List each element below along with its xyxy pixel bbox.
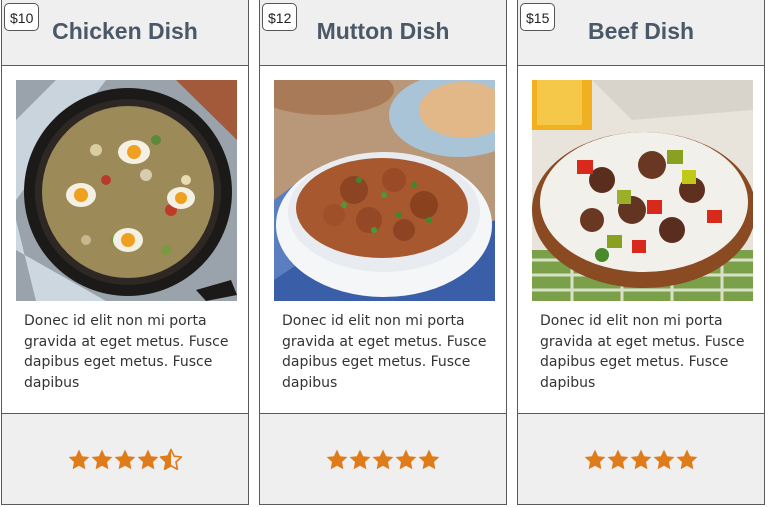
star-full-icon <box>583 448 607 472</box>
star-full-icon <box>113 448 137 472</box>
card-footer <box>518 413 764 504</box>
star-full-icon <box>606 448 630 472</box>
star-full-icon <box>394 448 418 472</box>
card-footer <box>2 413 248 504</box>
dish-description: Donec id elit non mi porta gravida at eg… <box>282 313 487 391</box>
star-full-icon <box>417 448 441 472</box>
star-full-icon <box>136 448 160 472</box>
star-full-icon <box>629 448 653 472</box>
dish-card-beef[interactable]: $15 Beef Dish Donec id elit non mi porta… <box>517 0 765 505</box>
star-full-icon <box>675 448 699 472</box>
dish-cards: $10 Chicken Dish Donec id elit non mi po… <box>0 0 768 507</box>
dish-card-mutton[interactable]: $12 Mutton Dish Donec id elit non mi por… <box>259 0 507 505</box>
card-header: $15 Beef Dish <box>518 0 764 66</box>
star-full-icon <box>652 448 676 472</box>
star-rating <box>518 448 764 474</box>
dish-description: Donec id elit non mi porta gravida at eg… <box>24 313 229 391</box>
star-rating <box>2 448 248 474</box>
star-rating <box>260 448 506 474</box>
card-header: $10 Chicken Dish <box>2 0 248 66</box>
dish-title: Beef Dish <box>587 18 695 44</box>
dish-card-chicken[interactable]: $10 Chicken Dish Donec id elit non mi po… <box>1 0 249 505</box>
dish-image-chicken[interactable] <box>16 80 237 301</box>
dish-title: Chicken Dish <box>52 18 198 44</box>
dish-title: Mutton Dish <box>316 18 450 44</box>
star-full-icon <box>348 448 372 472</box>
dish-image-beef[interactable] <box>532 80 753 301</box>
star-full-icon <box>67 448 91 472</box>
star-full-icon <box>90 448 114 472</box>
dish-image-mutton[interactable] <box>274 80 495 301</box>
star-half-icon <box>159 448 183 472</box>
star-full-icon <box>371 448 395 472</box>
card-header: $12 Mutton Dish <box>260 0 506 66</box>
star-full-icon <box>325 448 349 472</box>
dish-description: Donec id elit non mi porta gravida at eg… <box>540 313 745 391</box>
card-footer <box>260 413 506 504</box>
